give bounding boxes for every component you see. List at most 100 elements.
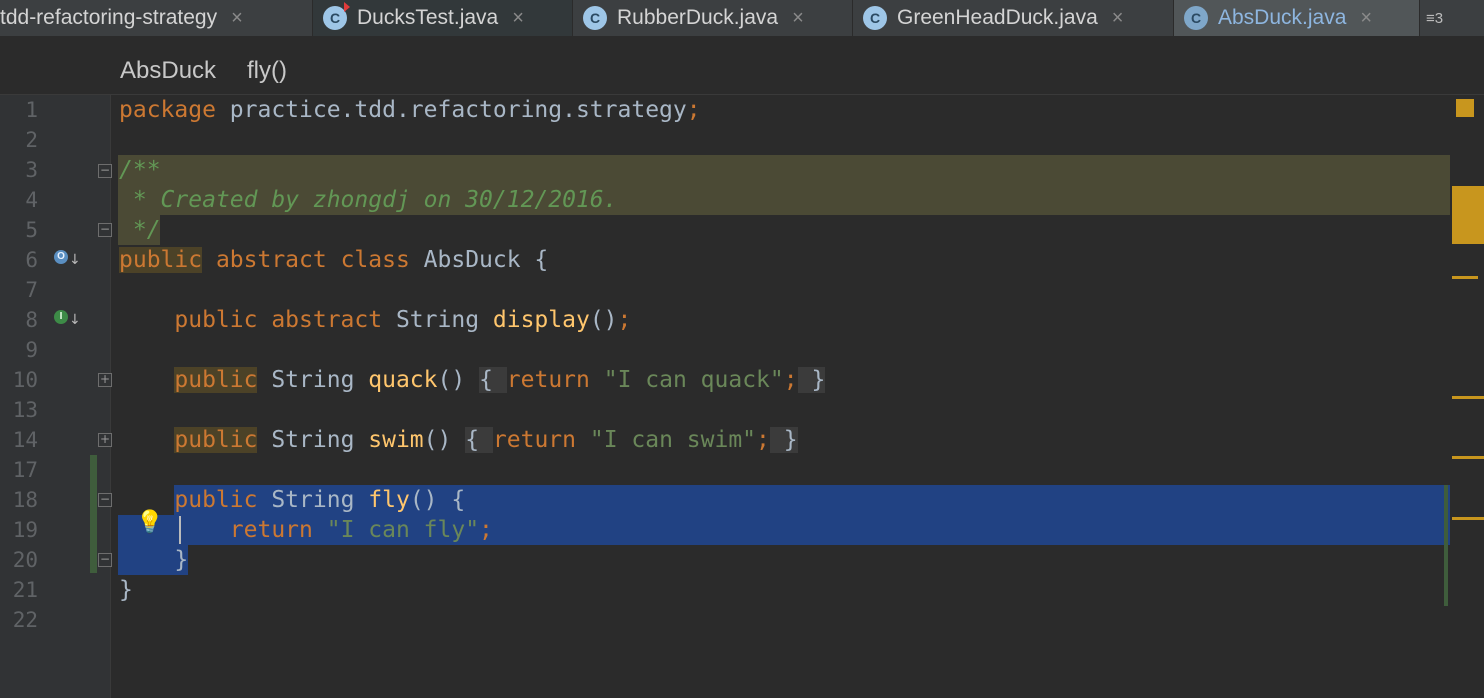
- doc-comment: /**: [119, 157, 161, 183]
- tab-rubberduck[interactable]: C RubberDuck.java ×: [573, 0, 853, 36]
- class-icon: C: [583, 6, 607, 30]
- code-editor[interactable]: package practice.tdd.refactoring.strateg…: [110, 95, 1484, 698]
- code-line: /**: [110, 155, 1480, 185]
- breadcrumb-method[interactable]: fly(): [247, 57, 287, 85]
- line-number: 1: [25, 98, 38, 122]
- line-number: 4: [25, 188, 38, 212]
- code-line: return "I can fly";: [110, 515, 1480, 545]
- arrow-down-icon: ↓: [69, 312, 81, 328]
- close-icon[interactable]: ×: [1112, 7, 1124, 30]
- parens: () {: [409, 487, 466, 513]
- arrow-down-icon: ↓: [69, 252, 81, 268]
- warning-marker[interactable]: [1452, 186, 1484, 244]
- keyword: public: [174, 427, 258, 453]
- editor-gutter[interactable]: 1 2 3 4 5 6 7 8 9 10 13 14 17 18 19 20 2…: [0, 95, 112, 698]
- method-name: display: [492, 307, 590, 333]
- semicolon: ;: [756, 427, 770, 453]
- line-number: 21: [12, 578, 38, 602]
- string-literal: "I can quack": [589, 367, 784, 393]
- warning-marker[interactable]: [1452, 456, 1484, 459]
- lightbulb-icon[interactable]: 💡: [136, 510, 163, 538]
- method-name: quack: [368, 367, 438, 393]
- line-number: 22: [12, 608, 38, 632]
- line-number: 20: [12, 548, 38, 572]
- error-stripe[interactable]: [1444, 95, 1484, 698]
- line-number: 14: [12, 428, 38, 452]
- code-line: public String fly() {: [110, 485, 1480, 515]
- type: String: [382, 307, 493, 333]
- close-icon[interactable]: ×: [1360, 7, 1372, 30]
- type: String: [257, 487, 369, 513]
- line-number: 5: [25, 218, 38, 242]
- closing-brace: }: [174, 547, 189, 573]
- tab-overflow-menu[interactable]: ≡3: [1420, 0, 1484, 36]
- line-number: 19: [12, 518, 38, 542]
- warning-marker[interactable]: [1452, 396, 1484, 399]
- breadcrumb: AbsDuck fly(): [0, 37, 1484, 95]
- keyword: public: [119, 247, 203, 273]
- folded-region[interactable]: }: [797, 367, 826, 393]
- line-number: 13: [12, 398, 38, 422]
- close-icon[interactable]: ×: [512, 7, 524, 30]
- text-caret: [179, 516, 181, 544]
- code-line: }: [110, 575, 1480, 605]
- code-line: package practice.tdd.refactoring.strateg…: [110, 95, 1480, 125]
- line-number: 3: [25, 158, 38, 182]
- semicolon: ;: [479, 517, 493, 543]
- warning-marker[interactable]: [1452, 276, 1478, 279]
- tab-label: tdd-refactoring-strategy: [0, 6, 218, 29]
- tab-label: GreenHeadDuck.java: [897, 6, 1098, 29]
- line-number: 2: [25, 128, 38, 152]
- keyword: return: [506, 367, 590, 393]
- line-number: 6: [25, 248, 38, 272]
- parens: (): [589, 307, 618, 333]
- tab-greenheadduck[interactable]: C GreenHeadDuck.java ×: [853, 0, 1174, 36]
- inspection-status-icon[interactable]: [1456, 99, 1474, 117]
- code-line: public abstract String display();: [110, 305, 1480, 335]
- abstract-class-icon: C: [1184, 6, 1208, 30]
- type: String: [257, 367, 369, 393]
- string-literal: "I can swim": [576, 427, 757, 453]
- semicolon: ;: [783, 367, 798, 393]
- code-line: public String quack() { return "I can qu…: [110, 365, 1480, 395]
- keyword: return: [229, 517, 313, 543]
- doc-comment: * Created by zhongdj on 30/12/2016.: [119, 187, 618, 213]
- code-line: }: [110, 545, 1480, 575]
- folded-region[interactable]: {: [465, 427, 493, 453]
- tab-label: RubberDuck.java: [617, 6, 779, 29]
- line-number: 9: [25, 338, 38, 362]
- overridden-method-icon[interactable]: O: [54, 250, 68, 264]
- method-name: swim: [368, 427, 424, 453]
- close-icon[interactable]: ×: [231, 7, 243, 30]
- class-icon: C: [863, 6, 887, 30]
- line-number: 10: [12, 368, 38, 392]
- line-number: 17: [12, 458, 38, 482]
- line-number: 18: [12, 488, 38, 512]
- class-declaration: AbsDuck {: [409, 247, 549, 273]
- line-number: 8: [25, 308, 38, 332]
- keyword: public abstract: [174, 307, 383, 333]
- package-name: practice.tdd.refactoring.strategy: [215, 97, 687, 123]
- keyword: abstract class: [202, 247, 410, 273]
- keyword: package: [119, 97, 216, 123]
- vcs-change-marker[interactable]: [1444, 485, 1448, 606]
- tab-duckstest[interactable]: C DucksTest.java ×: [313, 0, 573, 36]
- tab-absduck[interactable]: C AbsDuck.java ×: [1174, 0, 1420, 36]
- vcs-changed-lines-marker[interactable]: [90, 455, 97, 573]
- closing-brace: }: [119, 577, 133, 603]
- keyword: public: [174, 487, 258, 513]
- doc-comment: */: [119, 217, 161, 243]
- editor-tab-bar: tdd-refactoring-strategy × C DucksTest.j…: [0, 0, 1484, 37]
- warning-marker[interactable]: [1452, 517, 1484, 520]
- code-line: * Created by zhongdj on 30/12/2016.: [110, 185, 1480, 215]
- type: String: [257, 427, 369, 453]
- code-line: public abstract class AbsDuck {: [110, 245, 1480, 275]
- implemented-method-icon[interactable]: I: [54, 310, 68, 324]
- folded-region[interactable]: }: [769, 427, 798, 453]
- keyword: public: [174, 367, 258, 393]
- breadcrumb-class[interactable]: AbsDuck: [120, 57, 216, 85]
- folded-region[interactable]: {: [479, 367, 507, 393]
- parens: (): [423, 427, 452, 453]
- tab-project[interactable]: tdd-refactoring-strategy ×: [0, 0, 313, 36]
- close-icon[interactable]: ×: [792, 7, 804, 30]
